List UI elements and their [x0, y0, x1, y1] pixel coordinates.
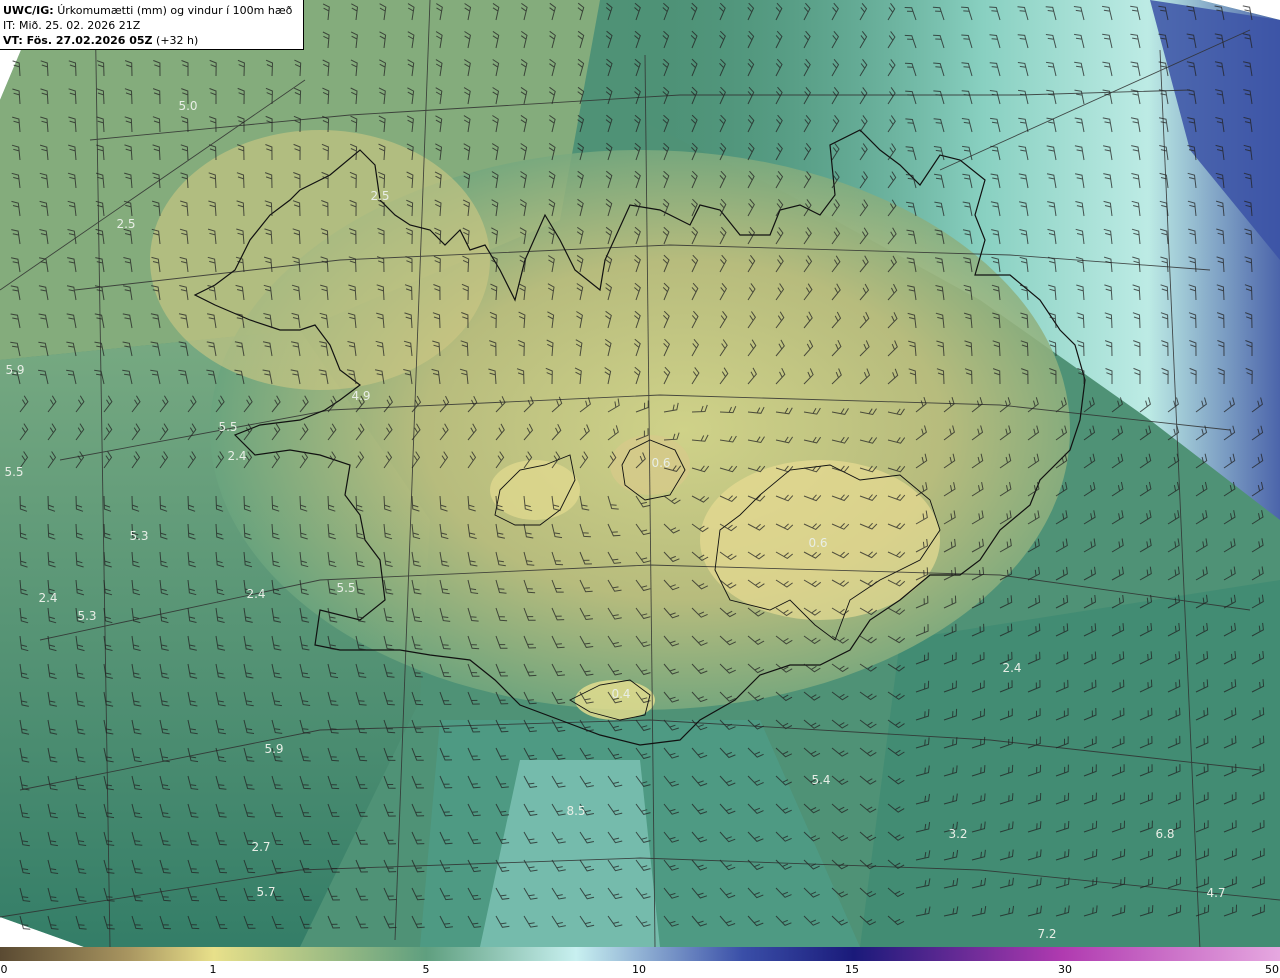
map-value-label: 5.5 [4, 465, 23, 479]
map-value-label: 4.9 [351, 389, 370, 403]
map-value-label: 2.4 [246, 587, 265, 601]
map-value-label: 5.4 [811, 773, 830, 787]
map-value-label: 2.4 [1002, 661, 1021, 675]
colorbar-tick-label: 50 [1265, 963, 1279, 976]
init-time: IT: Mið. 25. 02. 2026 21Z [3, 19, 141, 32]
valid-time: VT: Fös. 27.02.2026 05Z [3, 34, 153, 47]
map-value-label: 7.2 [1037, 927, 1056, 941]
variable-title: Úrkomumætti (mm) og vindur í 100m hæð [57, 4, 293, 17]
map-value-label: 2.7 [251, 840, 270, 854]
colorbar [0, 947, 1280, 961]
map-value-label: 0.6 [651, 456, 670, 470]
map-value-label: 5.9 [5, 363, 24, 377]
map-value-label: 2.5 [370, 189, 389, 203]
product-code: UWC/IG: [3, 4, 54, 17]
map-value-label: 5.5 [336, 581, 355, 595]
map-value-label: 0.4 [611, 687, 630, 701]
map-value-label: 2.5 [116, 217, 135, 231]
map-value-label: 8.5 [566, 804, 585, 818]
colorbar-tick-label: 10 [632, 963, 646, 976]
map-value-label: 5.3 [129, 529, 148, 543]
map-value-label: 0.6 [808, 536, 827, 550]
map-value-label: 2.4 [227, 449, 246, 463]
precipitation-map: 5.0 2.5 5.9 5.5 5.5 2.4 4.9 5.3 2.4 5.3 2.4 5.5 5.9 2… [0, 0, 1280, 947]
colorbar-tick-label: 1 [209, 963, 217, 976]
lead-time: (+32 h) [156, 34, 199, 47]
colorbar-ticks: 0 1 5 10 15 30 50 [0, 961, 1280, 978]
map-value-label: 5.5 [218, 420, 237, 434]
map-value-label: 5.0 [178, 99, 197, 113]
colorbar-tick-label: 5 [422, 963, 430, 976]
map-value-label: 2.4 [38, 591, 57, 605]
colorbar-tick-label: 15 [845, 963, 859, 976]
map-value-label: 6.8 [1155, 827, 1174, 841]
title-box: UWC/IG: Úrkomumætti (mm) og vindur í 100… [0, 0, 304, 50]
map-value-label: 5.7 [256, 885, 275, 899]
map-value-label: 3.2 [948, 827, 967, 841]
colorbar-tick-label: 30 [1058, 963, 1072, 976]
colorbar-tick-label: 0 [0, 963, 8, 976]
map-value-label: 4.7 [1206, 886, 1225, 900]
map-value-label: 5.3 [77, 609, 96, 623]
map-value-label: 5.9 [264, 742, 283, 756]
